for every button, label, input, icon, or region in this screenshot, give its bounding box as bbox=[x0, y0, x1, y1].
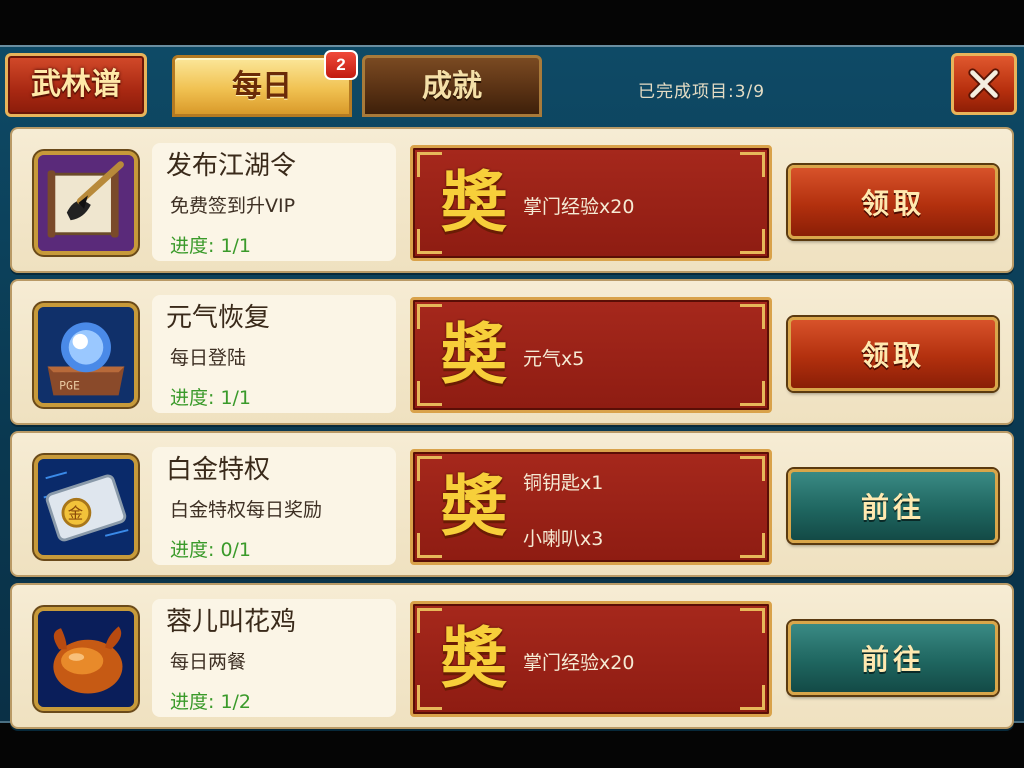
close-button[interactable] bbox=[951, 53, 1017, 115]
task-row: 金 白金特权 白金特权每日奖励 进度: 0/1 奬 铜钥匙x1 小喇叭x3 前往 bbox=[10, 431, 1014, 577]
close-x-icon bbox=[968, 68, 1000, 100]
tab-achievement[interactable]: 成就 bbox=[362, 55, 542, 117]
task-progress: 进度: 0/1 bbox=[170, 539, 252, 561]
reward-item: 小喇叭x3 bbox=[523, 528, 604, 550]
tab-wulin-pu-label: 武林谱 bbox=[31, 67, 121, 102]
task-row: 发布江湖令 免费签到升VIP 进度: 1/1 奬 掌门经验x20 领取 bbox=[10, 127, 1014, 273]
task-info: 蓉儿叫花鸡 每日两餐 进度: 1/2 bbox=[152, 599, 396, 717]
reward-panel: 奬 掌门经验x20 bbox=[410, 601, 772, 717]
reward-panel: 奬 铜钥匙x1 小喇叭x3 bbox=[410, 449, 772, 565]
task-progress: 进度: 1/1 bbox=[170, 235, 252, 257]
task-title: 发布江湖令 bbox=[166, 151, 297, 181]
task-description: 每日登陆 bbox=[170, 347, 247, 369]
task-icon-frame: 金 bbox=[34, 455, 138, 559]
reward-item: 铜钥匙x1 bbox=[523, 472, 604, 494]
go-button[interactable]: 前往 bbox=[788, 621, 998, 695]
reward-panel: 奬 掌门经验x20 bbox=[410, 145, 772, 261]
svg-text:金: 金 bbox=[68, 505, 83, 523]
scroll-brush-icon bbox=[38, 155, 134, 251]
reward-panel: 奬 元气x5 bbox=[410, 297, 772, 413]
energy-orb-icon: PGE bbox=[38, 307, 134, 403]
tab-wulin-pu[interactable]: 武林谱 bbox=[5, 53, 147, 117]
tab-daily-label: 每日 bbox=[232, 69, 292, 104]
reward-glyph: 奬 bbox=[441, 467, 507, 545]
reward-glyph: 奬 bbox=[441, 619, 507, 697]
task-description: 每日两餐 bbox=[170, 651, 247, 673]
claim-button[interactable]: 领取 bbox=[788, 165, 998, 239]
task-row: 蓉儿叫花鸡 每日两餐 进度: 1/2 奬 掌门经验x20 前往 bbox=[10, 583, 1014, 729]
reward-item: 掌门经验x20 bbox=[523, 652, 635, 674]
reward-item: 掌门经验x20 bbox=[523, 196, 635, 218]
reward-item: 元气x5 bbox=[523, 348, 585, 370]
task-title: 元气恢复 bbox=[166, 303, 271, 333]
task-info: 白金特权 白金特权每日奖励 进度: 0/1 bbox=[152, 447, 396, 565]
reward-glyph: 奬 bbox=[441, 163, 507, 241]
gold-card-icon: 金 bbox=[38, 459, 134, 555]
task-info: 元气恢复 每日登陆 进度: 1/1 bbox=[152, 295, 396, 413]
task-icon-frame: PGE bbox=[34, 303, 138, 407]
task-row: PGE 元气恢复 每日登陆 进度: 1/1 奬 元气x5 领取 bbox=[10, 279, 1014, 425]
roast-chicken-icon bbox=[38, 611, 134, 707]
notification-badge: 2 bbox=[324, 50, 358, 80]
reward-glyph: 奬 bbox=[441, 315, 507, 393]
task-icon-frame bbox=[34, 607, 138, 711]
task-panel: 武林谱 每日 2 成就 已完成项目:3/9 发布江湖令 免费签到升VIP 进度:… bbox=[0, 45, 1024, 729]
svg-text:PGE: PGE bbox=[59, 379, 80, 393]
task-progress: 进度: 1/1 bbox=[170, 387, 252, 409]
task-icon-frame bbox=[34, 151, 138, 255]
task-title: 白金特权 bbox=[166, 455, 271, 485]
tab-achievement-label: 成就 bbox=[422, 69, 482, 104]
task-description: 白金特权每日奖励 bbox=[170, 499, 323, 521]
claim-button[interactable]: 领取 bbox=[788, 317, 998, 391]
task-progress: 进度: 1/2 bbox=[170, 691, 252, 713]
task-info: 发布江湖令 免费签到升VIP 进度: 1/1 bbox=[152, 143, 396, 261]
task-description: 免费签到升VIP bbox=[170, 195, 296, 217]
completed-count: 已完成项目:3/9 bbox=[638, 82, 766, 102]
task-title: 蓉儿叫花鸡 bbox=[166, 607, 297, 637]
go-button[interactable]: 前往 bbox=[788, 469, 998, 543]
